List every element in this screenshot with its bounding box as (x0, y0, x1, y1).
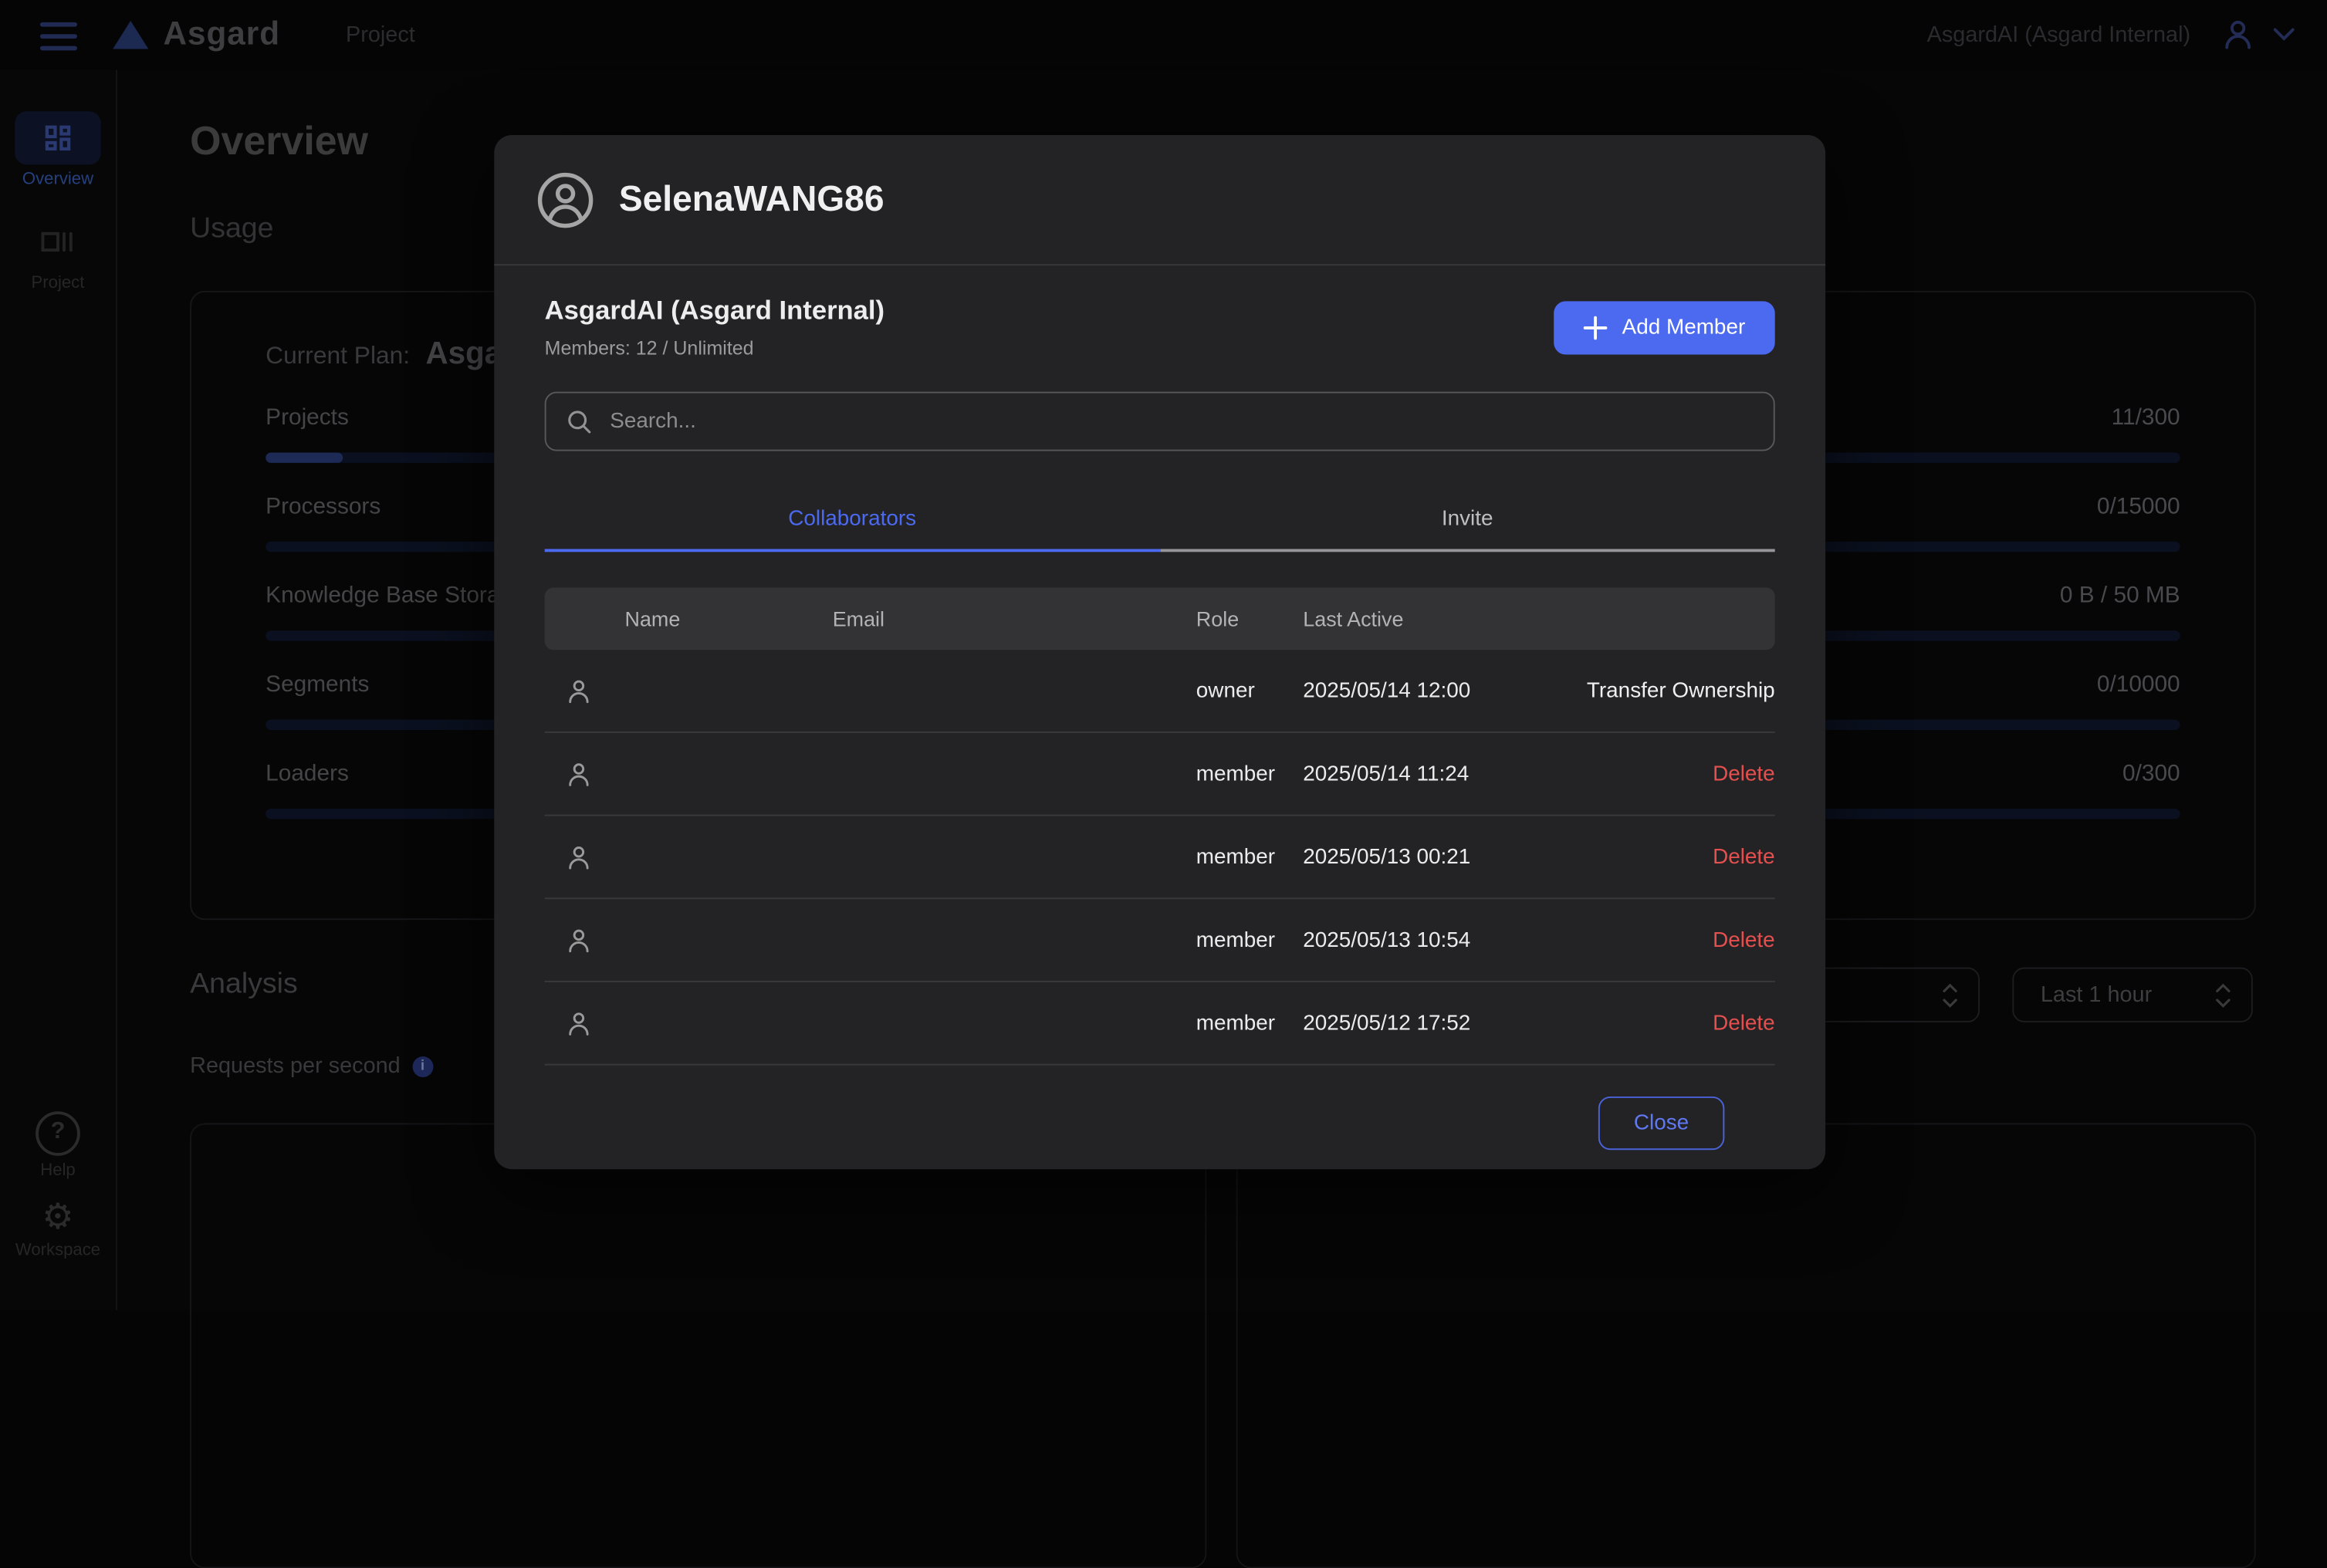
menu-icon[interactable] (40, 22, 77, 51)
time-range-select[interactable]: Last 1 hour (2012, 968, 2252, 1022)
sidebar-item-label: Workspace (0, 1242, 116, 1259)
page-title: Overview (190, 119, 368, 165)
avatar-icon (536, 170, 595, 229)
top-header: Asgard Project AsgardAI (Asgard Internal… (0, 0, 2327, 69)
dashboard-icon (42, 122, 74, 154)
chart-panel-right (1236, 1124, 2256, 1568)
usage-label: Processors (266, 494, 381, 521)
close-button[interactable]: Close (1598, 1097, 1725, 1150)
usage-label: Segments (266, 672, 369, 699)
sidebar-item-label: Help (0, 1162, 116, 1180)
sidebar-item-label: Project (0, 275, 116, 292)
usage-section-title: Usage (190, 212, 273, 246)
tab-bar: Collaborators Invite (545, 490, 1775, 553)
sidebar-item-label: Overview (0, 171, 116, 188)
members-count: Members: 12 / Unlimited (545, 336, 884, 359)
delete-member-button[interactable]: Delete (1570, 762, 1774, 786)
search-input[interactable] (607, 408, 1754, 435)
member-role: member (1196, 845, 1303, 869)
add-member-button[interactable]: Add Member (1554, 300, 1775, 353)
current-plan-label: Current Plan: (266, 343, 410, 370)
usage-value: 11/300 (2112, 405, 2180, 432)
nav-project-link[interactable]: Project (346, 22, 415, 48)
transfer-ownership-button[interactable]: Transfer Ownership (1570, 679, 1774, 703)
member-last-active: 2025/05/14 11:24 (1303, 762, 1570, 786)
usage-value: 0/15000 (2097, 494, 2180, 521)
table-row: member 2025/05/13 10:54 Delete (545, 899, 1775, 982)
usage-label: Loaders (266, 761, 349, 788)
col-last-active: Last Active (1303, 607, 1570, 630)
user-icon (545, 925, 625, 955)
member-role: owner (1196, 679, 1303, 703)
table-row: member 2025/05/12 17:52 Delete (545, 982, 1775, 1066)
user-icon[interactable] (2220, 16, 2256, 52)
account-label[interactable]: AsgardAI (Asgard Internal) (1927, 22, 2190, 48)
dialog-header: SelenaWANG86 (494, 135, 1825, 265)
col-email: Email (833, 607, 1196, 630)
col-name: Name (625, 607, 833, 630)
logo-text: Asgard (164, 15, 281, 53)
delete-member-button[interactable]: Delete (1570, 928, 1774, 952)
user-icon (545, 676, 625, 705)
sidebar: Overview Project ? Help ⚙ Workspace (0, 69, 117, 1309)
sidebar-item-help[interactable]: ? Help (0, 1111, 116, 1179)
gear-icon: ⚙ (0, 1198, 116, 1236)
member-role: member (1196, 928, 1303, 952)
table-header: Name Email Role Last Active (545, 587, 1775, 650)
user-icon (545, 1009, 625, 1038)
member-dialog: SelenaWANG86 AsgardAI (Asgard Internal) … (494, 135, 1825, 1169)
user-icon (545, 759, 625, 789)
member-last-active: 2025/05/12 17:52 (1303, 1011, 1570, 1035)
member-last-active: 2025/05/14 12:00 (1303, 679, 1570, 703)
table-row: member 2025/05/14 11:24 Delete (545, 733, 1775, 816)
sidebar-item-project[interactable]: Project (0, 215, 116, 292)
delete-member-button[interactable]: Delete (1570, 845, 1774, 869)
info-icon[interactable]: i (412, 1056, 433, 1076)
chart-label: Requests per second (190, 1053, 401, 1079)
app-logo[interactable]: Asgard (113, 15, 280, 53)
logo-triangle-icon (113, 20, 148, 49)
analysis-section-title: Analysis (190, 968, 298, 1002)
member-role: member (1196, 1011, 1303, 1035)
sidebar-item-workspace[interactable]: ⚙ Workspace (0, 1198, 116, 1260)
org-name: AsgardAI (Asgard Internal) (545, 296, 884, 326)
chevron-down-icon[interactable] (2274, 29, 2295, 42)
member-role: member (1196, 762, 1303, 786)
help-icon: ? (36, 1111, 80, 1156)
usage-label: Projects (266, 405, 349, 432)
tab-invite[interactable]: Invite (1160, 490, 1775, 553)
chart-panel-left (190, 1124, 1206, 1568)
table-row: owner 2025/05/14 12:00 Transfer Ownershi… (545, 650, 1775, 733)
usage-value: 0/300 (2122, 761, 2180, 788)
member-last-active: 2025/05/13 00:21 (1303, 845, 1570, 869)
usage-value: 0/10000 (2097, 672, 2180, 699)
member-last-active: 2025/05/13 10:54 (1303, 928, 1570, 952)
time-range-value: Last 1 hour (2041, 982, 2152, 1008)
add-member-label: Add Member (1622, 316, 1746, 340)
col-role: Role (1196, 607, 1303, 630)
usage-label: Knowledge Base Storage (266, 583, 525, 610)
project-icon (40, 225, 76, 258)
sidebar-item-overview[interactable]: Overview (0, 111, 116, 188)
search-icon (566, 408, 593, 435)
dialog-title: SelenaWANG86 (619, 179, 884, 221)
search-bar[interactable] (545, 392, 1775, 451)
progress-fill (266, 452, 342, 462)
table-row: member 2025/05/13 00:21 Delete (545, 816, 1775, 900)
tab-collaborators[interactable]: Collaborators (545, 490, 1160, 553)
plus-icon (1584, 316, 1608, 340)
user-icon (545, 842, 625, 871)
usage-value: 0 B / 50 MB (2060, 583, 2180, 610)
delete-member-button[interactable]: Delete (1570, 1011, 1774, 1035)
